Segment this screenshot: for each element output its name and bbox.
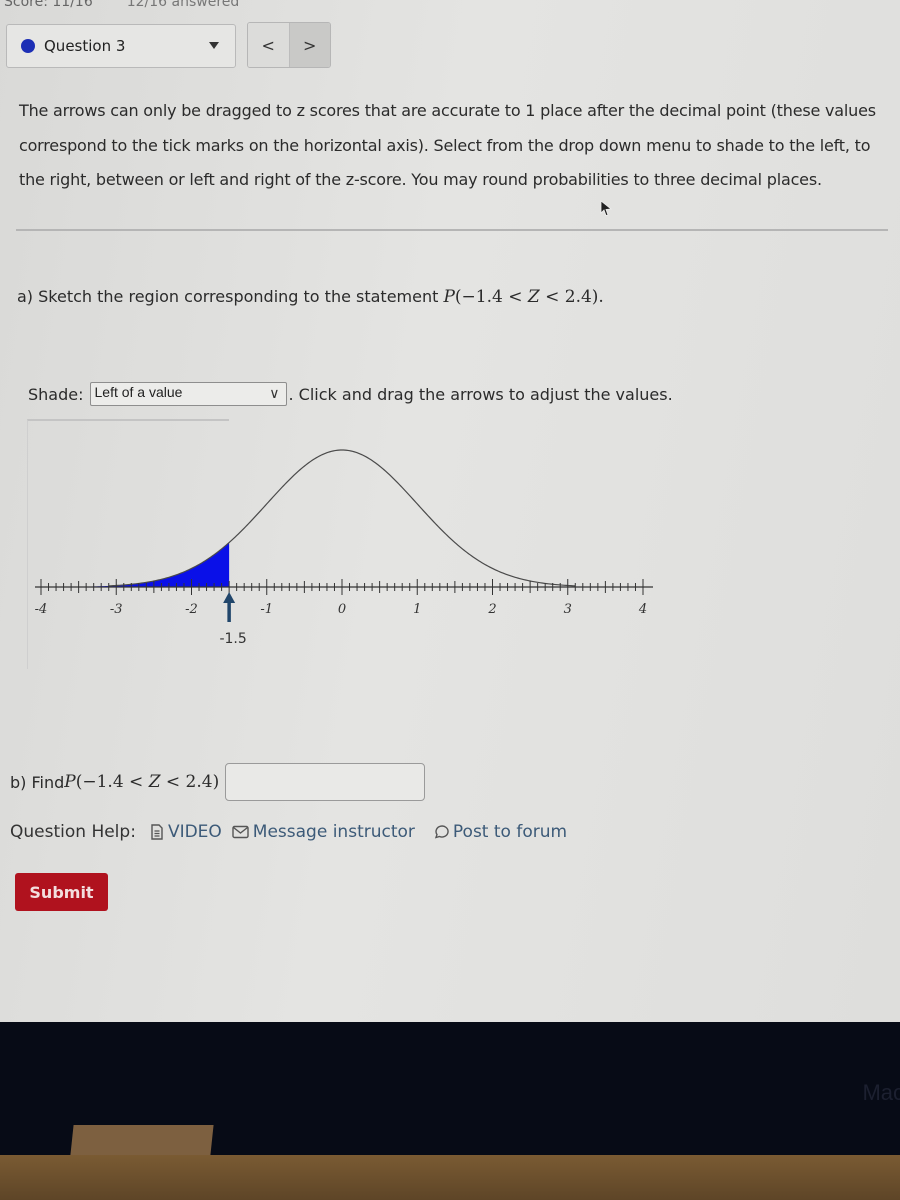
video-link[interactable]: VIDEO (150, 822, 222, 842)
x-tick-label: -4 (35, 602, 48, 617)
message-instructor-label: Message instructor (252, 822, 415, 842)
envelope-icon (232, 825, 249, 839)
answered-count: 12/16 answered (126, 0, 240, 10)
math-z: Z (527, 287, 540, 307)
score-text: Score: 11/16 (4, 0, 93, 10)
chevron-left-icon: < (261, 35, 275, 55)
message-instructor-link[interactable]: Message instructor (232, 822, 415, 842)
x-tick-label: 3 (564, 602, 572, 617)
next-question-button[interactable]: > (289, 23, 330, 67)
video-link-label: VIDEO (167, 822, 222, 842)
question-nav: < > (247, 22, 331, 68)
shade-hint: . Click and drag the arrows to adjust th… (288, 384, 673, 404)
chevron-right-icon: > (303, 35, 317, 55)
part-a-prompt: a) Sketch the region corresponding to th… (17, 287, 604, 307)
shade-row: Shade: Left of a value ∨ . Click and dra… (28, 382, 673, 406)
shade-selected-value: Left of a value (94, 384, 183, 400)
math-p: P (443, 287, 455, 307)
mouse-cursor-icon (600, 200, 612, 216)
chevron-down-icon: ∨ (269, 385, 280, 401)
part-a-math: P(−1.4 < Z < 2.4). (443, 287, 603, 307)
question-status-dot-icon (21, 39, 35, 53)
question-help: Question Help: VIDEO Message instructor … (10, 822, 577, 842)
speech-bubble-icon (434, 825, 449, 839)
x-tick-label: 1 (413, 602, 421, 617)
part-b-row: b) Find P(−1.4 < Z < 2.4) (10, 763, 426, 801)
desk-object (70, 1125, 214, 1155)
normal-distribution-graph: -4 -3 -2 -1 0 1 2 3 4 -1.5 (35, 449, 653, 647)
probability-answer-input[interactable] (225, 763, 426, 801)
shaded-region (41, 542, 230, 587)
math-z: Z (148, 772, 161, 792)
desk-surface (0, 1155, 900, 1200)
x-tick-label: -3 (110, 602, 123, 617)
monitor-brand-label: Mac (862, 1080, 900, 1105)
score-bar: Score: 11/16 12/16 answered (4, 0, 239, 10)
shade-label: Shade: (28, 384, 84, 404)
density-curve (108, 449, 576, 587)
part-b-text: b) Find (10, 772, 65, 792)
section-divider (16, 229, 888, 231)
math-tail: < 2.4). (539, 287, 604, 307)
part-b-math: P(−1.4 < Z < 2.4) (64, 772, 219, 792)
shade-dropdown[interactable]: Left of a value ∨ (89, 382, 287, 406)
post-to-forum-label: Post to forum (452, 822, 568, 842)
part-a-text: a) Sketch the region corresponding to th… (17, 287, 444, 306)
x-tick-label: -1 (260, 602, 273, 617)
math-body: (−1.4 < (454, 287, 528, 307)
x-tick-label: 0 (338, 602, 346, 617)
drag-arrow-icon[interactable] (223, 592, 236, 603)
x-tick-label: 2 (487, 602, 496, 617)
question-help-label: Question Help: (10, 822, 136, 842)
submit-button[interactable]: Submit (15, 873, 108, 911)
document-icon (151, 824, 163, 840)
question-selector-label: Question 3 (44, 37, 126, 55)
arrow-value-label: -1.5 (219, 631, 246, 647)
math-body: (−1.4 < (75, 772, 149, 792)
math-tail: < 2.4) (160, 772, 220, 792)
question-selector[interactable]: Question 3 (6, 24, 236, 68)
x-tick-label: 4 (638, 602, 647, 617)
browser-screen: Score: 11/16 12/16 answered Question 3 < … (0, 0, 900, 1022)
caret-down-icon (209, 42, 219, 49)
question-instructions: The arrows can only be dragged to z scor… (19, 101, 876, 189)
x-tick-label: -2 (185, 602, 198, 617)
previous-question-button[interactable]: < (248, 23, 290, 67)
math-p: P (64, 772, 76, 792)
post-to-forum-link[interactable]: Post to forum (433, 822, 567, 842)
